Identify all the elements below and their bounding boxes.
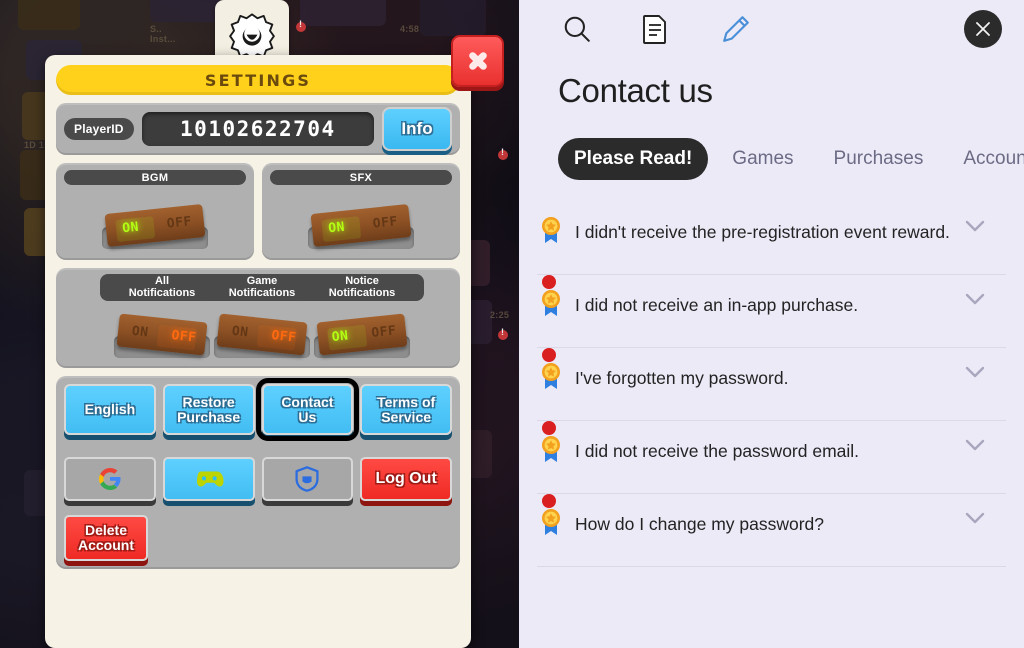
bgm-setting: BGM ON OFF [56,163,254,260]
all-notifications-toggle[interactable]: ON OFF [114,313,210,358]
contact-us-button[interactable]: Contact Us [255,378,360,441]
close-icon [976,22,990,36]
faq-question: I've forgotten my password. [575,368,789,388]
chevron-down-icon[interactable] [962,512,988,525]
chevron-down-icon[interactable] [962,220,988,233]
unread-dot [542,421,556,435]
support-close-button[interactable] [964,10,1002,48]
tab-please-read[interactable]: Please Read! [558,138,709,180]
list-item[interactable]: I did not receive the password email. [537,421,1006,494]
document-icon[interactable] [636,10,674,48]
player-id-value: 10102622704 [180,117,336,141]
notice-notifications-setting: Notice Notifications ON OFF [300,274,424,358]
support-toolbar [519,0,1024,58]
notifications-group: All Notifications ON OFF Game Notificati… [56,268,460,368]
terms-of-service-button[interactable]: Terms of Service [360,384,452,435]
list-item[interactable]: How do I change my password? [537,494,1006,567]
google-icon [98,468,121,490]
gamepad-icon [196,471,224,487]
medal-icon [539,214,565,248]
pencil-icon[interactable] [717,10,755,48]
screen: 1D 1E 4:58 2:25 S..Inst... SETTINGS [0,0,1024,648]
faq-question: I did not receive the password email. [575,441,860,461]
tab-purchases[interactable]: Purchases [818,138,940,180]
support-title: Contact us [558,72,713,109]
google-signin-button[interactable] [64,457,156,501]
support-tabs: Please Read! Games Purchases Account [519,138,1024,180]
list-item[interactable]: I didn't receive the pre-registration ev… [537,202,1006,275]
sfx-setting: SFX ON OFF [262,163,460,260]
unread-dot [542,348,556,362]
restore-purchase-button[interactable]: Restore Purchase [162,384,255,435]
bgm-toggle[interactable]: ON OFF [102,203,208,249]
shield-icon [295,466,319,492]
log-out-button[interactable]: Log Out [360,457,452,501]
medal-icon [539,494,565,540]
player-id-value-box: 10102622704 [141,112,374,146]
tab-games[interactable]: Games [716,138,809,180]
game-center-button[interactable] [162,457,255,501]
faq-question: I didn't receive the pre-registration ev… [575,222,950,242]
chevron-down-icon[interactable] [962,293,988,306]
medal-icon [539,421,565,467]
unread-dot [542,494,556,508]
settings-title-bar: SETTINGS [56,65,460,95]
notice-notifications-toggle[interactable]: ON OFF [314,313,410,358]
faq-question: I did not receive an in-app purchase. [575,295,859,315]
game-notifications-toggle[interactable]: ON OFF [214,313,310,358]
account-buttons-row: Log Out [64,457,452,501]
chevron-down-icon[interactable] [962,439,988,452]
player-id-label: PlayerID [64,118,134,140]
medal-icon [539,275,565,321]
support-panel: Contact us Please Read! Games Purchases … [519,0,1024,648]
security-button[interactable] [261,457,354,501]
options-row: English Restore Purchase Contact Us Terms … [64,378,452,441]
notice-notifications-label: Notice Notifications [300,274,424,301]
medal-icon [539,348,565,394]
sfx-label: SFX [270,170,452,185]
options-group: English Restore Purchase Contact Us Terms … [56,376,460,569]
list-item[interactable]: I did not receive an in-app purchase. [537,275,1006,348]
search-icon[interactable] [558,10,596,48]
sfx-toggle[interactable]: ON OFF [308,203,414,249]
faq-list: I didn't receive the pre-registration ev… [519,202,1024,567]
info-button[interactable]: Info [382,107,452,151]
settings-panel-body: SETTINGS PlayerID 10102622704 Info BGM O… [45,55,471,648]
page-title: SETTINGS [204,70,312,90]
list-item[interactable]: I've forgotten my password. [537,348,1006,421]
audio-settings-row: BGM ON OFF SFX ON OFF [56,163,460,260]
bgm-label: BGM [64,170,246,185]
language-button[interactable]: English [64,384,156,435]
faq-question: How do I change my password? [575,514,825,534]
unread-dot [542,275,556,289]
settings-dialog: SETTINGS PlayerID 10102622704 Info BGM O… [45,0,504,648]
player-id-row: PlayerID 10102622704 Info [56,103,460,155]
delete-account-button[interactable]: Delete Account [64,515,148,561]
chevron-down-icon[interactable] [962,366,988,379]
close-icon [465,48,491,74]
tab-account[interactable]: Account [947,138,1024,180]
settings-close-button[interactable] [451,35,504,87]
